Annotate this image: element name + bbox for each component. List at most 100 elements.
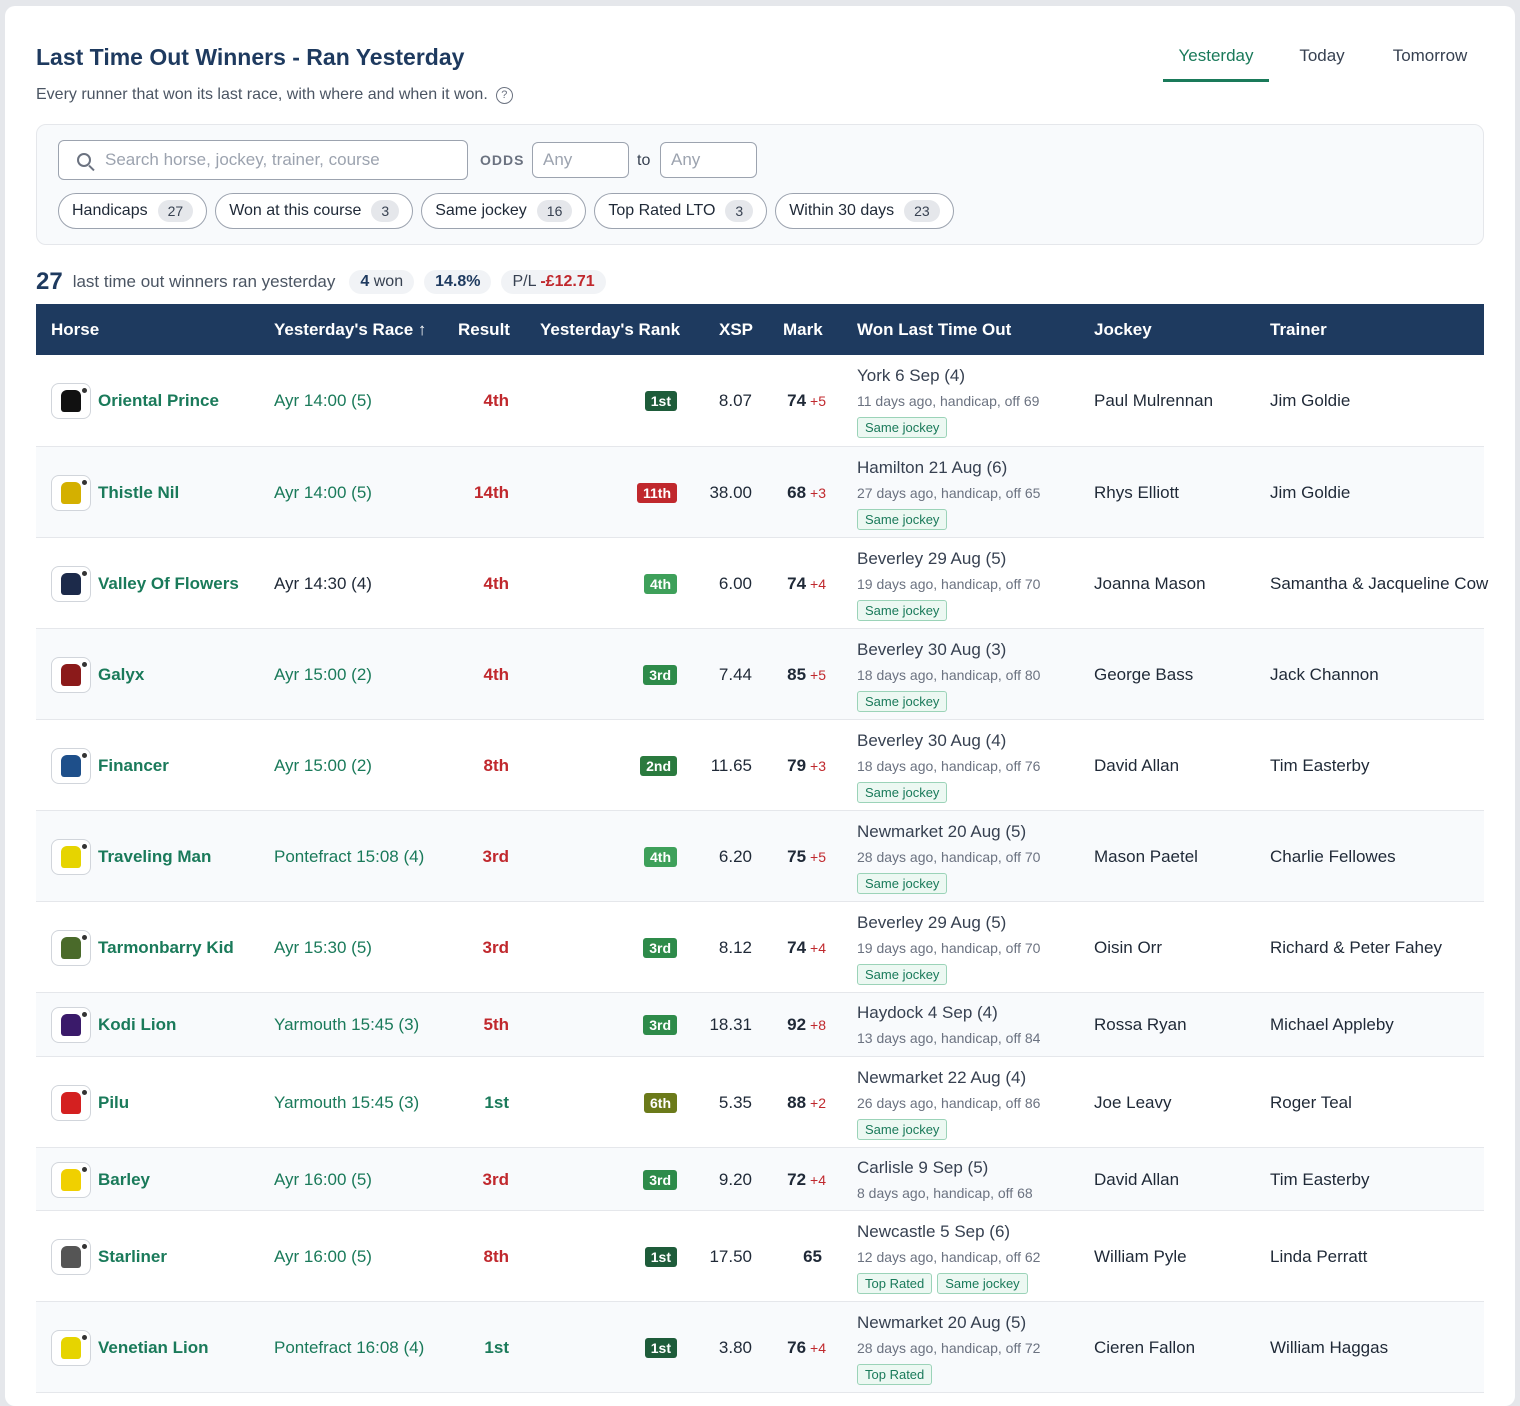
silk-icon [51, 747, 91, 784]
result-value: 3rd [482, 937, 509, 957]
help-icon[interactable]: ? [495, 86, 513, 104]
col-won-last-time-out[interactable]: Won Last Time Out [857, 320, 1011, 340]
lto-course: York 6 Sep (4) [857, 366, 966, 385]
horse-name-link[interactable]: Thistle Nil [98, 483, 179, 503]
lto-info: 13 days ago, handicap, off 84 [857, 1030, 1041, 1046]
chip-count: 27 [157, 200, 194, 222]
search-icon [77, 153, 91, 167]
chip-same-jockey[interactable]: Same jockey 16 [421, 193, 587, 229]
race-link[interactable]: Yarmouth 15:45 (3) [274, 1015, 419, 1035]
table-row[interactable]: Venetian Lion Pontefract 16:08 (4) 1st 1st 3… [36, 1302, 1484, 1393]
table-row[interactable]: Starliner Ayr 16:00 (5) 8th 1st 17.50 65 Newca… [36, 1211, 1484, 1302]
horse-name-link[interactable]: Venetian Lion [98, 1338, 209, 1358]
col-yesterdays-rank[interactable]: Yesterday's Rank [540, 320, 680, 340]
tab-today[interactable]: Today [1269, 46, 1375, 82]
lto-course: Beverley 29 Aug (5) [857, 913, 1007, 932]
horse-name-link[interactable]: Traveling Man [98, 847, 211, 867]
odds-to-input[interactable] [660, 142, 757, 178]
silk-icon [51, 656, 91, 693]
chip-won-at-course[interactable]: Won at this course 3 [215, 193, 414, 229]
jockey-silk-icon [61, 570, 87, 595]
table-row[interactable]: Traveling Man Pontefract 15:08 (4) 3rd 4th 6… [36, 811, 1484, 902]
xsp-value: 8.07 [718, 391, 752, 410]
trainer-name: Richard & Peter Fahey [1270, 937, 1442, 957]
horse-name-link[interactable]: Galyx [98, 665, 144, 685]
horse-name-link[interactable]: Pilu [98, 1093, 129, 1113]
table-row[interactable]: Barley Ayr 16:00 (5) 3rd 3rd 9.20 72 +4 Carlisl… [36, 1148, 1484, 1211]
mark-number: 92 [787, 1015, 807, 1034]
odds-from-input[interactable] [532, 142, 629, 178]
horse-name-link[interactable]: Oriental Prince [98, 391, 219, 411]
mark-number: 75 [787, 846, 807, 866]
horse-name-link[interactable]: Starliner [98, 1247, 167, 1267]
subtitle-text: Every runner that won its last race, wit… [36, 86, 488, 103]
col-trainer[interactable]: Trainer [1270, 320, 1327, 340]
race-link[interactable]: Ayr 15:30 (5) [274, 938, 372, 958]
mark-delta: +5 [810, 666, 826, 683]
xsp-value: 7.44 [718, 664, 752, 684]
mark-delta: +8 [810, 1017, 826, 1033]
horse-name-link[interactable]: Kodi Lion [98, 1015, 176, 1035]
race-link[interactable]: Ayr 16:00 (5) [274, 1170, 372, 1190]
race-link[interactable]: Yarmouth 15:45 (3) [274, 1093, 419, 1113]
results-summary: 27 last time out winners ran yesterday 4… [36, 268, 606, 296]
chip-count: 3 [725, 200, 754, 222]
xsp-value: 5.35 [718, 1092, 752, 1112]
table-row[interactable]: Tarmonbarry Kid Ayr 15:30 (5) 3rd 3rd 8.12 74… [36, 902, 1484, 993]
chip-label: Same jockey [435, 202, 527, 219]
rank-badge: 3rd [643, 1169, 677, 1190]
search-input[interactable] [105, 150, 445, 170]
table-row[interactable]: Thistle Nil Ayr 14:00 (5) 14th 11th 38.00 68 +… [36, 447, 1484, 538]
col-jockey[interactable]: Jockey [1094, 320, 1152, 340]
col-yesterdays-race[interactable]: Yesterday's Race ↑ [274, 320, 426, 340]
table-row[interactable]: Pilu Yarmouth 15:45 (3) 1st 6th 5.35 88 +2 Newm… [36, 1057, 1484, 1148]
tab-tomorrow[interactable]: Tomorrow [1375, 46, 1485, 82]
odds-label: ODDS [480, 152, 525, 168]
horse-name-link[interactable]: Barley [98, 1170, 150, 1190]
lto-course: Newmarket 22 Aug (4) [857, 1068, 1027, 1087]
lto-info: 28 days ago, handicap, off 72 [857, 1340, 1041, 1356]
race-link[interactable]: Ayr 14:00 (5) [274, 483, 372, 503]
chip-top-rated-lto[interactable]: Top Rated LTO 3 [594, 193, 768, 229]
won-label: won [373, 273, 404, 290]
result-value: 14th [474, 482, 509, 502]
table-row[interactable]: Financer Ayr 15:00 (2) 8th 2nd 11.65 79 +3 Beve… [36, 720, 1484, 811]
race-link[interactable]: Ayr 15:00 (2) [274, 756, 372, 776]
table-row[interactable]: Valley Of Flowers Ayr 14:30 (4) 4th 4th 6.00… [36, 538, 1488, 629]
mark-value: 76 +4 [787, 1338, 826, 1358]
race-link[interactable]: Ayr 15:00 (2) [274, 665, 372, 685]
race-link[interactable]: Ayr 16:00 (5) [274, 1247, 372, 1267]
silk-icon [51, 1007, 91, 1043]
table-row[interactable]: Kodi Lion Yarmouth 15:45 (3) 5th 3rd 18.31 92… [36, 993, 1484, 1057]
horse-name-link[interactable]: Valley Of Flowers [98, 574, 239, 594]
col-xsp[interactable]: XSP [719, 320, 753, 340]
rank-badge: 1st [644, 391, 677, 411]
chip-within-30-days[interactable]: Within 30 days 23 [775, 193, 954, 229]
lto-tags: Same jockey [857, 964, 948, 985]
table-row[interactable]: Oriental Prince Ayr 14:00 (5) 4th 1st 8.07 74… [36, 355, 1484, 447]
mark-delta: +4 [810, 939, 826, 956]
mark-number: 65 [803, 1246, 822, 1266]
tab-yesterday[interactable]: Yesterday [1163, 46, 1269, 82]
col-result[interactable]: Result [458, 320, 510, 340]
col-mark[interactable]: Mark [783, 320, 823, 340]
jockey-name: David Allan [1094, 755, 1180, 775]
race-link[interactable]: Ayr 14:00 (5) [274, 391, 372, 411]
race-link[interactable]: Pontefract 16:08 (4) [274, 1338, 424, 1358]
trainer-name: Jack Channon [1270, 664, 1379, 684]
col-horse[interactable]: Horse [51, 320, 99, 340]
lto-tags: Same jockey [857, 873, 948, 894]
chip-handicaps[interactable]: Handicaps 27 [58, 193, 208, 229]
lto-tags: Top Rated [857, 1364, 933, 1385]
table-row[interactable]: Galyx Ayr 15:00 (2) 4th 3rd 7.44 85 +5 Beverley… [36, 629, 1484, 720]
jockey-silk-icon [61, 752, 87, 777]
main-card: Last Time Out Winners - Ran Yesterday Ev… [5, 6, 1515, 1406]
race-link[interactable]: Ayr 14:30 (4) [274, 574, 372, 594]
race-link[interactable]: Pontefract 15:08 (4) [274, 847, 424, 867]
mark-delta: +3 [810, 484, 826, 501]
jockey-silk-icon [61, 934, 87, 959]
jockey-name: Cieren Fallon [1094, 1337, 1196, 1357]
lto-tags: Same jockey [857, 417, 948, 438]
horse-name-link[interactable]: Tarmonbarry Kid [98, 938, 234, 958]
horse-name-link[interactable]: Financer [98, 756, 169, 776]
